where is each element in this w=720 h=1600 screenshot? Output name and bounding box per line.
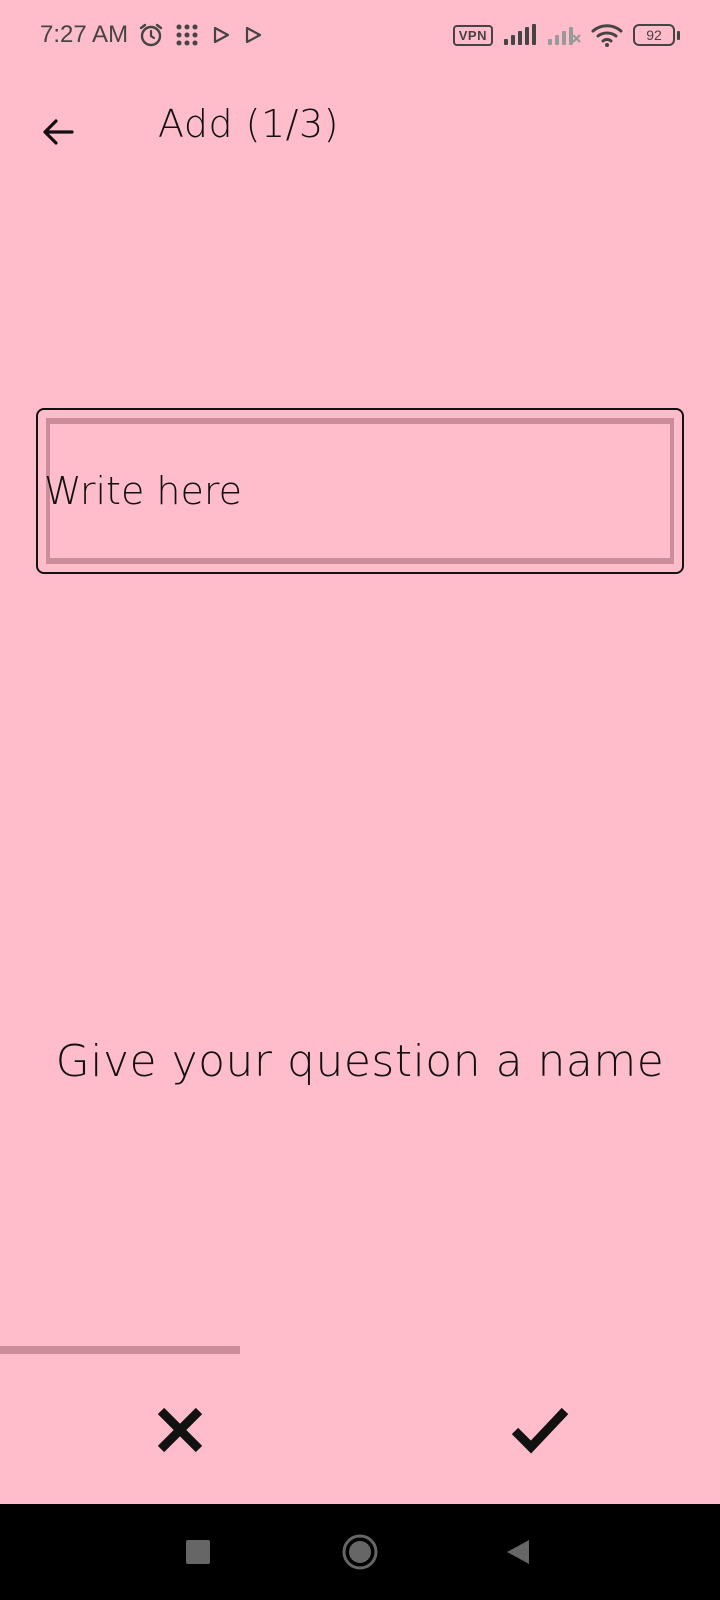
status-right: VPN 92: [452, 23, 680, 47]
page-title: Add (1/3): [158, 102, 339, 146]
status-left: 7:27 AM: [40, 21, 264, 49]
home-button[interactable]: [338, 1530, 382, 1574]
signal-icon: [503, 23, 537, 47]
alarm-icon: [138, 22, 164, 48]
progress-fill: [0, 1346, 240, 1354]
wifi-icon: [591, 23, 623, 47]
battery-level: 92: [633, 24, 675, 46]
question-name-field[interactable]: [36, 408, 684, 574]
check-icon: [511, 1407, 569, 1454]
back-nav-button[interactable]: [496, 1530, 540, 1574]
play-store-icon: [242, 24, 264, 46]
apps-grid-icon: [174, 22, 200, 48]
battery-tip: [677, 30, 680, 40]
arrow-left-icon: [43, 119, 74, 145]
signal-off-icon: [547, 23, 581, 47]
confirm-button[interactable]: [508, 1400, 572, 1460]
system-nav-bar: [0, 1504, 720, 1600]
question-name-input[interactable]: [44, 424, 664, 558]
back-button[interactable]: [36, 110, 80, 154]
question-name-field-inner: [44, 418, 674, 564]
back-icon: [507, 1540, 529, 1564]
app-bar: Add (1/3): [0, 90, 720, 170]
battery-icon: 92: [633, 24, 680, 46]
close-icon: [157, 1407, 203, 1453]
play-store-icon: [210, 24, 232, 46]
status-time: 7:27 AM: [40, 21, 129, 48]
recent-apps-icon: [186, 1540, 210, 1564]
home-icon: [342, 1534, 378, 1570]
prompt-text: Give your question a name: [55, 1036, 665, 1087]
cancel-button[interactable]: [150, 1400, 210, 1460]
vpn-icon: VPN: [452, 24, 493, 46]
status-bar: 7:27 AM VPN 92: [0, 0, 720, 70]
progress-bar: [0, 1346, 720, 1354]
recent-apps-button[interactable]: [176, 1530, 220, 1574]
